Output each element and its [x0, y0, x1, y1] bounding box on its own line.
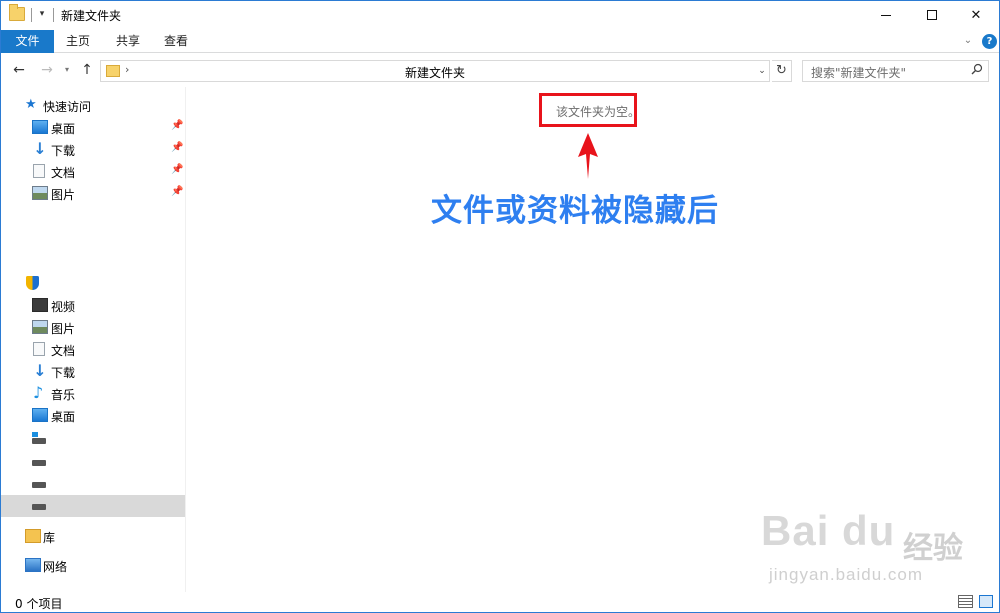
music-icon: ♪ [33, 383, 44, 402]
sidebar-item-drive-selected[interactable] [1, 495, 185, 517]
drive-icon [32, 482, 46, 488]
navigation-pane: ★ 快速访问 桌面 📌 ↓ 下载 📌 文档 📌 图片 📌 视频 图片 文档 ↓ … [1, 87, 186, 592]
download-icon: ↓ [33, 139, 47, 158]
pin-icon: 📌 [171, 186, 184, 197]
sidebar-item-pictures[interactable]: 图片 📌 [1, 182, 185, 204]
minimize-icon [881, 15, 891, 16]
star-icon: ★ [25, 97, 37, 112]
sidebar-item-label: 图片 [51, 322, 76, 336]
drive-icon [32, 504, 46, 510]
watermark-url: jingyan.baidu.com [769, 565, 924, 584]
title-bar: ▾ 新建文件夹 ✕ [1, 1, 999, 30]
forward-button[interactable]: → [38, 61, 56, 79]
tab-home[interactable]: 主页 [59, 30, 97, 53]
sidebar-item-documents[interactable]: 文档 📌 [1, 160, 185, 182]
sidebar-item-label: 下载 [51, 366, 76, 380]
search-icon[interactable] [969, 63, 985, 79]
sidebar-item-videos[interactable]: 视频 [1, 294, 185, 316]
desktop-icon [32, 408, 48, 422]
file-list-area[interactable]: 该文件夹为空。 文件或资料被隐藏后 Bai du 经验 jingyan.baid… [187, 87, 999, 592]
folder-icon[interactable] [9, 4, 25, 21]
sidebar-item-desktop[interactable]: 桌面 [1, 404, 185, 426]
search-input[interactable]: 搜索"新建文件夹" [802, 60, 989, 82]
sidebar-item-label: 视频 [51, 300, 76, 314]
highlight-box [539, 93, 637, 127]
sidebar-item-desktop[interactable]: 桌面 📌 [1, 116, 185, 138]
pin-icon: 📌 [171, 164, 184, 175]
toolbar-divider [53, 8, 54, 22]
annotation-caption: 文件或资料被隐藏后 [431, 193, 719, 229]
watermark: Bai du 经验 jingyan.baidu.com [761, 507, 971, 597]
toolbar-divider [31, 8, 32, 22]
sidebar-item-drive[interactable] [1, 451, 185, 473]
recent-locations-button[interactable]: ▾ [62, 61, 72, 79]
help-icon[interactable]: ? [982, 34, 997, 49]
network-icon [25, 558, 41, 572]
up-button[interactable]: ↑ [78, 61, 96, 79]
back-button[interactable]: ← [10, 61, 28, 79]
document-icon [33, 164, 45, 178]
sidebar-item-label: 库 [43, 531, 56, 545]
chevron-down-icon[interactable]: ⌄ [755, 63, 769, 79]
ribbon-tabs: 文件 主页 共享 查看 ⌄ ? [1, 30, 999, 53]
chevron-down-icon[interactable]: ⌄ [961, 33, 975, 49]
drive-icon [32, 460, 46, 466]
pin-icon: 📌 [171, 142, 184, 153]
close-button[interactable]: ✕ [953, 1, 999, 30]
library-icon [25, 529, 41, 543]
sidebar-item-libraries[interactable]: 库 [1, 525, 185, 547]
sidebar-item-label: 文档 [51, 344, 76, 358]
tab-view[interactable]: 查看 [157, 30, 195, 53]
sidebar-item-label: 网络 [43, 560, 68, 574]
navigation-bar: ← → ▾ ↑ › 新建文件夹 ⌄ ↻ 搜索"新建文件夹" [1, 54, 999, 87]
maximize-button[interactable] [909, 1, 955, 30]
sidebar-item-label: 音乐 [51, 388, 76, 402]
sidebar-item-label: 桌面 [51, 122, 76, 136]
customize-quick-access-icon[interactable]: ▾ [37, 7, 47, 21]
sidebar-item-downloads[interactable]: ↓ 下载 [1, 360, 185, 382]
item-count: 0 个项目 [15, 597, 63, 611]
desktop-icon [32, 120, 48, 134]
watermark-logo: Bai du [761, 507, 896, 554]
sidebar-item-label: 图片 [51, 188, 76, 202]
window-title: 新建文件夹 [61, 9, 122, 23]
refresh-button[interactable]: ↻ [772, 60, 792, 82]
status-bar: 0 个项目 [1, 592, 999, 612]
sidebar-item-network[interactable]: 网络 [1, 554, 185, 576]
watermark-brand: 经验 [903, 531, 963, 566]
details-view-icon[interactable] [958, 595, 973, 608]
tab-file[interactable]: 文件 [1, 30, 54, 53]
maximize-icon [927, 10, 937, 20]
sidebar-item-label: 快速访问 [43, 100, 92, 114]
pictures-icon [32, 320, 48, 334]
shield-icon [26, 276, 39, 290]
video-icon [32, 298, 48, 312]
pictures-icon [32, 186, 48, 200]
download-icon: ↓ [33, 361, 47, 380]
search-placeholder: 搜索"新建文件夹" [811, 66, 907, 80]
address-bar[interactable]: › 新建文件夹 ⌄ [100, 60, 770, 82]
sidebar-item-label: 下载 [51, 144, 76, 158]
large-icons-view-icon[interactable] [979, 595, 993, 608]
document-icon [33, 342, 45, 356]
red-arrow-icon [578, 133, 598, 179]
windows-logo-icon [32, 432, 38, 437]
sidebar-item-downloads[interactable]: ↓ 下载 📌 [1, 138, 185, 160]
sidebar-item-label: 桌面 [51, 410, 76, 424]
drive-icon [32, 438, 46, 444]
minimize-button[interactable] [863, 1, 909, 30]
address-path: 新建文件夹 [404, 66, 465, 80]
sidebar-item-drive[interactable] [1, 473, 185, 495]
sidebar-item-system-drive[interactable] [1, 429, 185, 451]
sidebar-item-pictures[interactable]: 图片 [1, 316, 185, 338]
tab-share[interactable]: 共享 [109, 30, 147, 53]
sidebar-item-documents[interactable]: 文档 [1, 338, 185, 360]
pin-icon: 📌 [171, 120, 184, 131]
explorer-window: ▾ 新建文件夹 ✕ 文件 主页 共享 查看 ⌄ ? ← → ▾ ↑ › 新建文件… [0, 0, 1000, 613]
sidebar-item-quick-access[interactable]: ★ 快速访问 [1, 94, 185, 116]
sidebar-item-label: 文档 [51, 166, 76, 180]
sidebar-item-this-pc[interactable] [1, 272, 185, 294]
sidebar-item-music[interactable]: ♪ 音乐 [1, 382, 185, 404]
